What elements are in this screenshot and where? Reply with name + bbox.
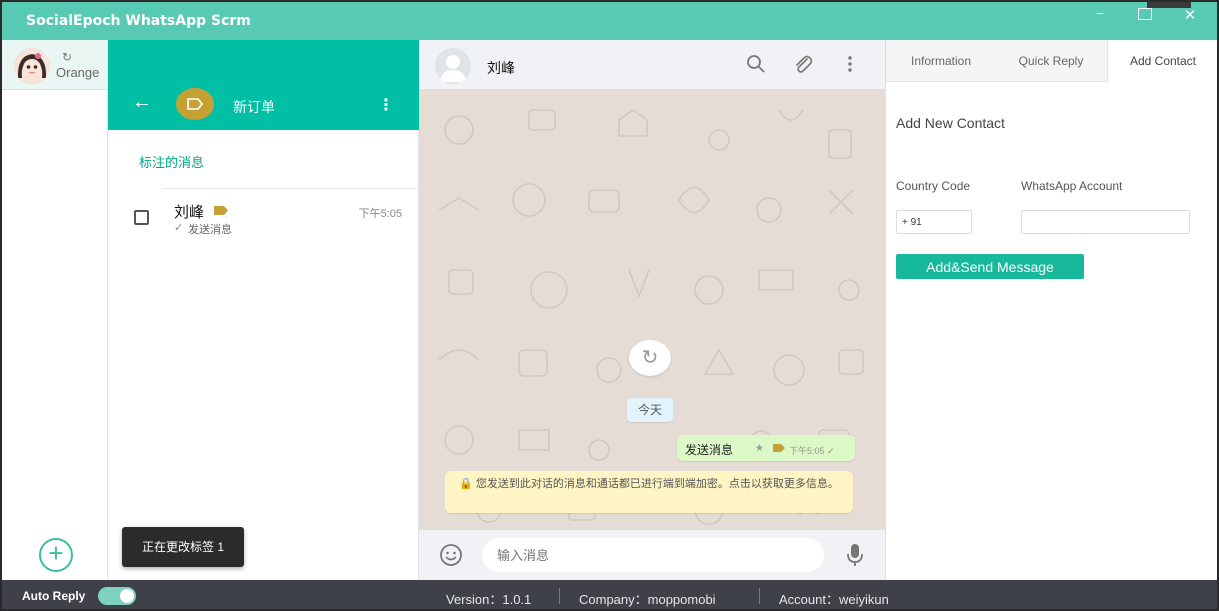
chat-header: 刘峰 — [419, 40, 885, 90]
message-time: 下午5:05 ✓ — [789, 446, 835, 456]
account-name: Orange — [56, 65, 100, 80]
country-code-input[interactable] — [896, 210, 972, 234]
avatar — [14, 48, 50, 84]
account-sidebar: ↻ Orange + — [2, 40, 108, 580]
more-options-icon[interactable] — [845, 54, 855, 74]
status-bar: Auto Reply Version：1.0.1 Company：moppomo… — [2, 580, 1217, 609]
add-account-button[interactable]: + — [39, 538, 73, 572]
label-panel: ← 新订单 ⋮ 标注的消息 刘峰 下午5:05 ✓ 发送消息 正在更改标签 1 — [108, 40, 419, 580]
auto-reply-toggle[interactable] — [98, 587, 136, 605]
version-text: Version：1.0.1 — [446, 592, 532, 607]
encryption-notice[interactable]: 🔒 您发送到此对话的消息和通话都已进行端到端加密。点击以获取更多信息。 — [445, 471, 853, 513]
company-text: Company：moppomobi — [579, 592, 716, 607]
chat-time: 下午5:05 — [358, 208, 402, 220]
right-panel: Information Quick Reply Add Contact Add … — [885, 40, 1217, 580]
separator — [759, 588, 760, 604]
auto-reply-label: Auto Reply — [22, 589, 86, 603]
label-title: 新订单 — [233, 99, 275, 115]
refresh-icon[interactable]: ↻ — [62, 50, 72, 64]
divider — [162, 188, 419, 189]
back-arrow-icon[interactable]: ← — [132, 91, 152, 114]
app-title: SocialEpoch WhatsApp Scrm — [26, 13, 251, 29]
sent-check-icon: ✓ — [174, 222, 184, 234]
emoji-icon[interactable] — [439, 543, 463, 567]
contact-name[interactable]: 刘峰 — [487, 58, 515, 78]
outgoing-message[interactable]: 发送消息 ★ 下午5:05 ✓ — [677, 435, 855, 461]
chat-name: 刘峰 — [174, 204, 205, 221]
account-item[interactable]: ↻ Orange — [2, 40, 107, 90]
microphone-icon[interactable] — [847, 543, 863, 567]
toggle-knob — [120, 589, 134, 603]
whatsapp-account-label: WhatsApp Account — [1021, 179, 1123, 193]
message-text: 发送消息 — [685, 443, 734, 457]
contact-avatar[interactable] — [435, 48, 471, 84]
tab-quick-reply[interactable]: Quick Reply — [996, 40, 1106, 82]
title-bar: SocialEpoch WhatsApp Scrm − ✕ — [2, 2, 1217, 40]
date-divider: 今天 — [627, 398, 673, 422]
chat-list-item[interactable]: 刘峰 下午5:05 ✓ 发送消息 — [108, 190, 419, 246]
message-composer — [419, 530, 885, 580]
reload-button[interactable]: ↻ — [629, 340, 671, 376]
add-send-message-button[interactable]: Add&Send Message — [896, 254, 1084, 279]
starred-messages-title[interactable]: 标注的消息 — [139, 152, 204, 171]
minimize-button[interactable]: − — [1090, 6, 1110, 21]
star-icon: ★ — [755, 443, 764, 454]
account-text: Account：weiyikun — [779, 592, 889, 607]
tab-information[interactable]: Information — [886, 40, 996, 82]
add-contact-title: Add New Contact — [896, 115, 1005, 131]
chat-wallpaper — [438, 109, 864, 525]
separator — [559, 588, 560, 604]
message-input[interactable] — [482, 538, 824, 572]
chat-preview: 发送消息 — [188, 224, 232, 236]
menu-icon[interactable]: ⋮ — [378, 95, 394, 115]
attach-icon[interactable] — [793, 54, 813, 74]
label-tag-icon — [214, 206, 228, 215]
maximize-button[interactable] — [1138, 8, 1152, 20]
toast-notification: 正在更改标签 1 — [122, 527, 244, 567]
label-tag-icon — [773, 444, 785, 452]
chat-area: 刘峰 ↻ 今天 发送消息 ★ 下午5:05 ✓ 🔒 您发送到此对话的消息和通话都… — [419, 40, 885, 580]
search-icon[interactable] — [746, 54, 766, 74]
select-checkbox[interactable] — [134, 210, 149, 225]
whatsapp-account-input[interactable] — [1021, 210, 1190, 234]
tab-add-contact[interactable]: Add Contact — [1107, 40, 1217, 83]
app-window: SocialEpoch WhatsApp Scrm − ✕ ↻ Orange +… — [0, 0, 1219, 611]
close-button[interactable]: ✕ — [1180, 6, 1200, 24]
label-icon — [176, 88, 214, 120]
tab-bar: Information Quick Reply Add Contact — [886, 40, 1217, 83]
country-code-label: Country Code — [896, 179, 971, 193]
label-header: ← 新订单 ⋮ — [108, 40, 419, 130]
